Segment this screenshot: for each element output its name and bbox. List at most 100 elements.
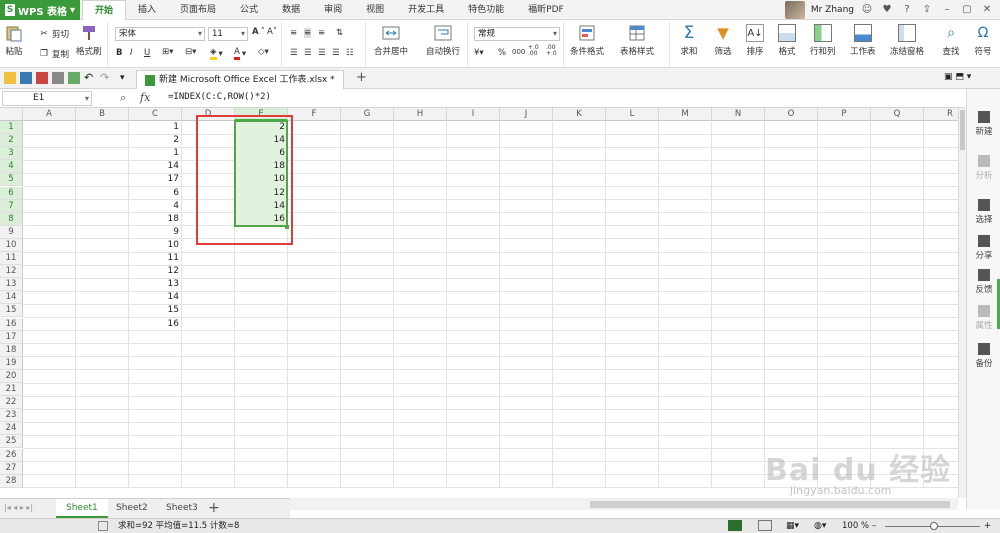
- print-icon[interactable]: [52, 72, 64, 84]
- sidebar-item-1[interactable]: 分析: [967, 155, 1000, 181]
- cut-button[interactable]: ✂ 剪切: [38, 28, 69, 40]
- row-header[interactable]: 9: [0, 225, 23, 239]
- sheet-tab-1[interactable]: Sheet2: [106, 499, 158, 518]
- font-name-select[interactable]: 宋体: [115, 27, 205, 41]
- shirt-icon[interactable]: ♥: [880, 3, 894, 17]
- cell-c[interactable]: 17: [129, 173, 182, 186]
- row-header[interactable]: 10: [0, 238, 23, 252]
- doc-tools-icon[interactable]: ▣ ⬒ ▾: [944, 72, 971, 82]
- justify-icon[interactable]: ☰: [332, 48, 340, 58]
- save-icon[interactable]: [20, 72, 32, 84]
- zoom-level[interactable]: 100 %: [842, 519, 869, 533]
- avatar[interactable]: [784, 1, 805, 19]
- merge-cells-icon[interactable]: ⊟▾: [185, 47, 196, 57]
- tab-7[interactable]: 开发工具: [396, 0, 456, 20]
- align-top-icon[interactable]: ≡: [290, 28, 297, 38]
- filter-button[interactable]: ▼ 筛选: [714, 24, 732, 57]
- sheet-tab-0[interactable]: Sheet1: [56, 499, 108, 518]
- open-icon[interactable]: [4, 72, 16, 84]
- find-button[interactable]: ⌕ 查找: [942, 24, 960, 57]
- column-header[interactable]: P: [818, 108, 871, 121]
- row-header[interactable]: 14: [0, 291, 23, 305]
- fill-color-icon[interactable]: ◈ ▾: [210, 47, 223, 60]
- minimize-icon[interactable]: –: [940, 3, 954, 17]
- vertical-scrollbar[interactable]: [958, 108, 966, 498]
- row-header[interactable]: 21: [0, 383, 23, 397]
- column-header[interactable]: O: [765, 108, 818, 121]
- grow-font-icon[interactable]: A ˄: [252, 27, 265, 37]
- cell-c[interactable]: 2: [129, 134, 182, 147]
- undo-icon[interactable]: ↶: [84, 72, 96, 84]
- tab-1[interactable]: 插入: [126, 0, 168, 20]
- column-header[interactable]: N: [712, 108, 765, 121]
- maximize-icon[interactable]: ▢: [960, 3, 974, 17]
- row-header[interactable]: 2: [0, 134, 23, 148]
- clear-format-icon[interactable]: ◇▾: [258, 47, 269, 57]
- cell-c[interactable]: 10: [129, 239, 182, 252]
- add-sheet-icon[interactable]: +: [208, 500, 220, 516]
- row-header[interactable]: 17: [0, 330, 23, 344]
- function-icon[interactable]: fx: [140, 91, 150, 104]
- row-header[interactable]: 25: [0, 435, 23, 449]
- underline-icon[interactable]: U: [144, 48, 150, 58]
- row-col-button[interactable]: 行和列: [810, 24, 836, 57]
- thousands-icon[interactable]: 000: [512, 48, 525, 56]
- row-header[interactable]: 28: [0, 474, 23, 488]
- bold-icon[interactable]: B: [116, 48, 122, 58]
- cell-c[interactable]: 18: [129, 213, 182, 226]
- row-header[interactable]: 11: [0, 252, 23, 266]
- font-color-icon[interactable]: A ▾: [234, 47, 246, 60]
- row-header[interactable]: 26: [0, 448, 23, 462]
- column-header[interactable]: H: [394, 108, 447, 121]
- cell-c[interactable]: 14: [129, 160, 182, 173]
- cell-c[interactable]: 14: [129, 291, 182, 304]
- tab-8[interactable]: 特色功能: [456, 0, 516, 20]
- merge-center-button[interactable]: 合并居中: [374, 24, 408, 57]
- sidebar-item-5[interactable]: 属性: [967, 305, 1000, 331]
- help-icon[interactable]: ?: [900, 3, 914, 17]
- zoom-out-icon[interactable]: –: [872, 519, 876, 533]
- align-right-icon[interactable]: ☰: [318, 48, 326, 58]
- column-header[interactable]: B: [76, 108, 129, 121]
- cell-c[interactable]: 1: [129, 121, 182, 134]
- tab-4[interactable]: 数据: [270, 0, 312, 20]
- column-header[interactable]: I: [447, 108, 500, 121]
- export-pdf-icon[interactable]: [36, 72, 48, 84]
- zoom-in-icon[interactable]: +: [984, 519, 991, 533]
- row-header[interactable]: 15: [0, 304, 23, 318]
- tab-2[interactable]: 页面布局: [168, 0, 228, 20]
- column-header[interactable]: Q: [871, 108, 924, 121]
- sidebar-item-3[interactable]: 分享: [967, 235, 1000, 261]
- row-header[interactable]: 12: [0, 265, 23, 279]
- page-break-icon[interactable]: ▦▾: [786, 519, 799, 533]
- cell-c[interactable]: 12: [129, 265, 182, 278]
- distribute-icon[interactable]: ☷: [346, 48, 354, 58]
- row-header[interactable]: 19: [0, 356, 23, 370]
- tab-3[interactable]: 公式: [228, 0, 270, 20]
- cell-c[interactable]: 15: [129, 304, 182, 317]
- conditional-format-button[interactable]: 条件格式: [570, 24, 604, 57]
- align-left-icon[interactable]: ☰: [290, 48, 298, 58]
- orientation-icon[interactable]: ⇅: [336, 28, 343, 38]
- reading-mode-icon[interactable]: ◍▾: [814, 519, 826, 533]
- column-header[interactable]: R: [924, 108, 958, 121]
- cell-c[interactable]: 13: [129, 278, 182, 291]
- spreadsheet-grid[interactable]: A B C D E F G H I J K L M N O P Q R 1 2 3 4 5 6 7 8 9 10 11 12 13 14 15 1…: [0, 108, 958, 498]
- align-center-icon[interactable]: ☰: [304, 48, 312, 58]
- row-header[interactable]: 1: [0, 121, 23, 135]
- percent-icon[interactable]: %: [498, 48, 506, 58]
- increase-decimal-icon[interactable]: +.0 .00: [528, 45, 544, 57]
- column-header[interactable]: J: [500, 108, 553, 121]
- column-header[interactable]: C: [129, 108, 182, 121]
- sidebar-item-0[interactable]: 新建: [967, 111, 1000, 137]
- wps-logo[interactable]: S WPS 表格 ▾: [0, 0, 80, 20]
- cell-c[interactable]: 1: [129, 147, 182, 160]
- format-painter-button[interactable]: 格式刷: [76, 24, 102, 57]
- border-icon[interactable]: ⊞▾: [162, 47, 173, 57]
- column-header[interactable]: F: [288, 108, 341, 121]
- page-layout-icon[interactable]: [758, 520, 772, 531]
- copy-button[interactable]: ❐ 复制: [38, 48, 69, 60]
- cell-c[interactable]: 9: [129, 226, 182, 239]
- upload-icon[interactable]: ⇪: [920, 3, 934, 17]
- redo-icon[interactable]: ↷: [100, 72, 112, 84]
